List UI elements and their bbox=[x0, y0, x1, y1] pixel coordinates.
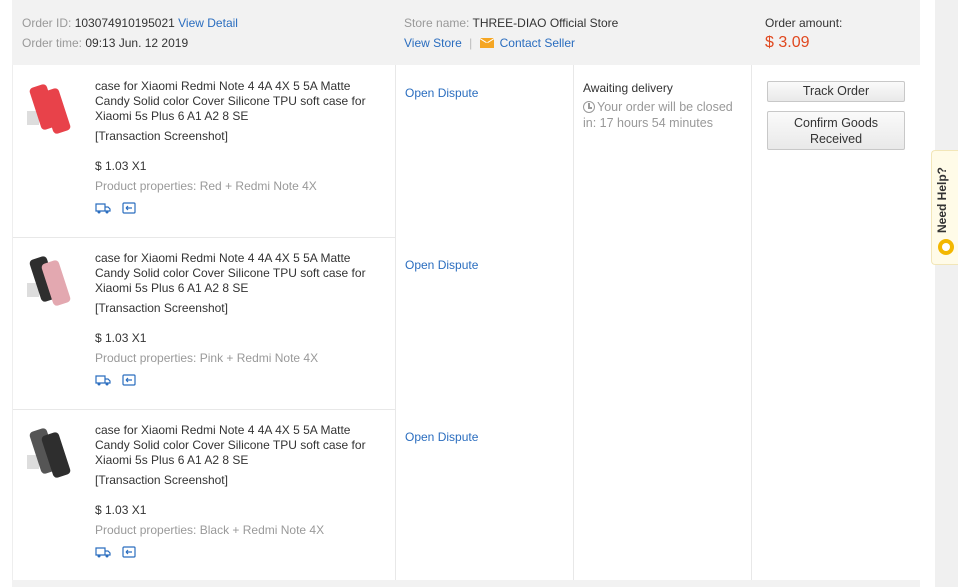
column-divider bbox=[395, 65, 396, 580]
transaction-screenshot-link[interactable]: [Transaction Screenshot] bbox=[95, 129, 385, 144]
shipping-truck-icon[interactable] bbox=[95, 202, 111, 214]
open-dispute-link[interactable]: Open Dispute bbox=[405, 258, 478, 272]
store-name-label: Store name: bbox=[404, 16, 470, 30]
store-name-value: THREE-DIAO Official Store bbox=[472, 16, 619, 30]
order-amount-value: $ 3.09 bbox=[765, 34, 810, 51]
product-info: case for Xiaomi Redmi Note 4 4A 4X 5 5A … bbox=[95, 79, 385, 214]
mail-icon[interactable] bbox=[479, 38, 494, 48]
store-block: Store name: THREE-DIAO Official Store Vi… bbox=[404, 13, 618, 53]
product-price: $ 1.03 X1 bbox=[95, 503, 147, 517]
product-properties: Product properties: Red + Redmi Note 4X bbox=[95, 179, 317, 193]
product-title[interactable]: case for Xiaomi Redmi Note 4 4A 4X 5 5A … bbox=[95, 423, 385, 468]
product-thumbnail[interactable] bbox=[27, 81, 75, 141]
track-order-button[interactable]: Track Order bbox=[767, 81, 905, 102]
order-status: Awaiting delivery Your order will be clo… bbox=[583, 80, 743, 131]
product-price: $ 1.03 X1 bbox=[95, 331, 147, 345]
shipping-truck-icon[interactable] bbox=[95, 374, 111, 386]
return-icon[interactable] bbox=[122, 202, 136, 214]
order-id-block: Order ID: 103074910195021 View Detail Or… bbox=[22, 13, 238, 53]
status-title: Awaiting delivery bbox=[583, 81, 673, 95]
open-dispute-link[interactable]: Open Dispute bbox=[405, 86, 478, 100]
return-icon[interactable] bbox=[122, 546, 136, 558]
clock-icon bbox=[583, 101, 595, 113]
need-help-widget[interactable]: Need Help? bbox=[931, 150, 958, 265]
page-scrollbar[interactable] bbox=[935, 0, 958, 587]
amount-block: Order amount: $ 3.09 bbox=[765, 13, 842, 53]
product-row: case for Xiaomi Redmi Note 4 4A 4X 5 5A … bbox=[13, 409, 395, 581]
transaction-screenshot-link[interactable]: [Transaction Screenshot] bbox=[95, 473, 385, 488]
order-amount-label: Order amount: bbox=[765, 16, 843, 30]
shipping-truck-icon[interactable] bbox=[95, 546, 111, 558]
confirm-goods-received-button[interactable]: Confirm Goods Received bbox=[767, 111, 905, 150]
column-divider bbox=[573, 65, 574, 580]
product-price: $ 1.03 X1 bbox=[95, 159, 147, 173]
help-mascot-icon[interactable] bbox=[938, 239, 954, 255]
return-icon[interactable] bbox=[122, 374, 136, 386]
transaction-screenshot-link[interactable]: [Transaction Screenshot] bbox=[95, 301, 385, 316]
product-thumbnail[interactable] bbox=[27, 253, 75, 313]
need-help-label[interactable]: Need Help? bbox=[935, 161, 955, 239]
order-id-label: Order ID: bbox=[22, 16, 72, 30]
column-divider bbox=[751, 65, 752, 580]
product-properties: Product properties: Pink + Redmi Note 4X bbox=[95, 351, 319, 365]
status-timer: Your order will be closed in: 17 hours 5… bbox=[583, 99, 743, 131]
order-card: Order ID: 103074910195021 View Detail Or… bbox=[12, 0, 920, 580]
product-info: case for Xiaomi Redmi Note 4 4A 4X 5 5A … bbox=[95, 423, 385, 558]
order-time-value: 09:13 Jun. 12 2019 bbox=[85, 36, 189, 50]
contact-seller-link[interactable]: Contact Seller bbox=[500, 36, 575, 50]
product-row: case for Xiaomi Redmi Note 4 4A 4X 5 5A … bbox=[13, 65, 395, 238]
link-separator: | bbox=[469, 36, 473, 50]
product-properties: Product properties: Black + Redmi Note 4… bbox=[95, 523, 325, 537]
order-body: case for Xiaomi Redmi Note 4 4A 4X 5 5A … bbox=[12, 65, 921, 580]
view-detail-link[interactable]: View Detail bbox=[178, 16, 238, 30]
status-timer-text: Your order will be closed in: 17 hours 5… bbox=[583, 100, 733, 130]
order-header: Order ID: 103074910195021 View Detail Or… bbox=[12, 0, 920, 65]
order-id-value: 103074910195021 bbox=[74, 16, 175, 30]
view-store-link[interactable]: View Store bbox=[404, 36, 462, 50]
order-time-label: Order time: bbox=[22, 36, 83, 50]
product-info: case for Xiaomi Redmi Note 4 4A 4X 5 5A … bbox=[95, 251, 385, 386]
product-title[interactable]: case for Xiaomi Redmi Note 4 4A 4X 5 5A … bbox=[95, 79, 385, 124]
next-order-edge bbox=[12, 580, 920, 587]
open-dispute-link[interactable]: Open Dispute bbox=[405, 430, 478, 444]
product-row: case for Xiaomi Redmi Note 4 4A 4X 5 5A … bbox=[13, 237, 395, 410]
product-title[interactable]: case for Xiaomi Redmi Note 4 4A 4X 5 5A … bbox=[95, 251, 385, 296]
product-thumbnail[interactable] bbox=[27, 425, 75, 485]
